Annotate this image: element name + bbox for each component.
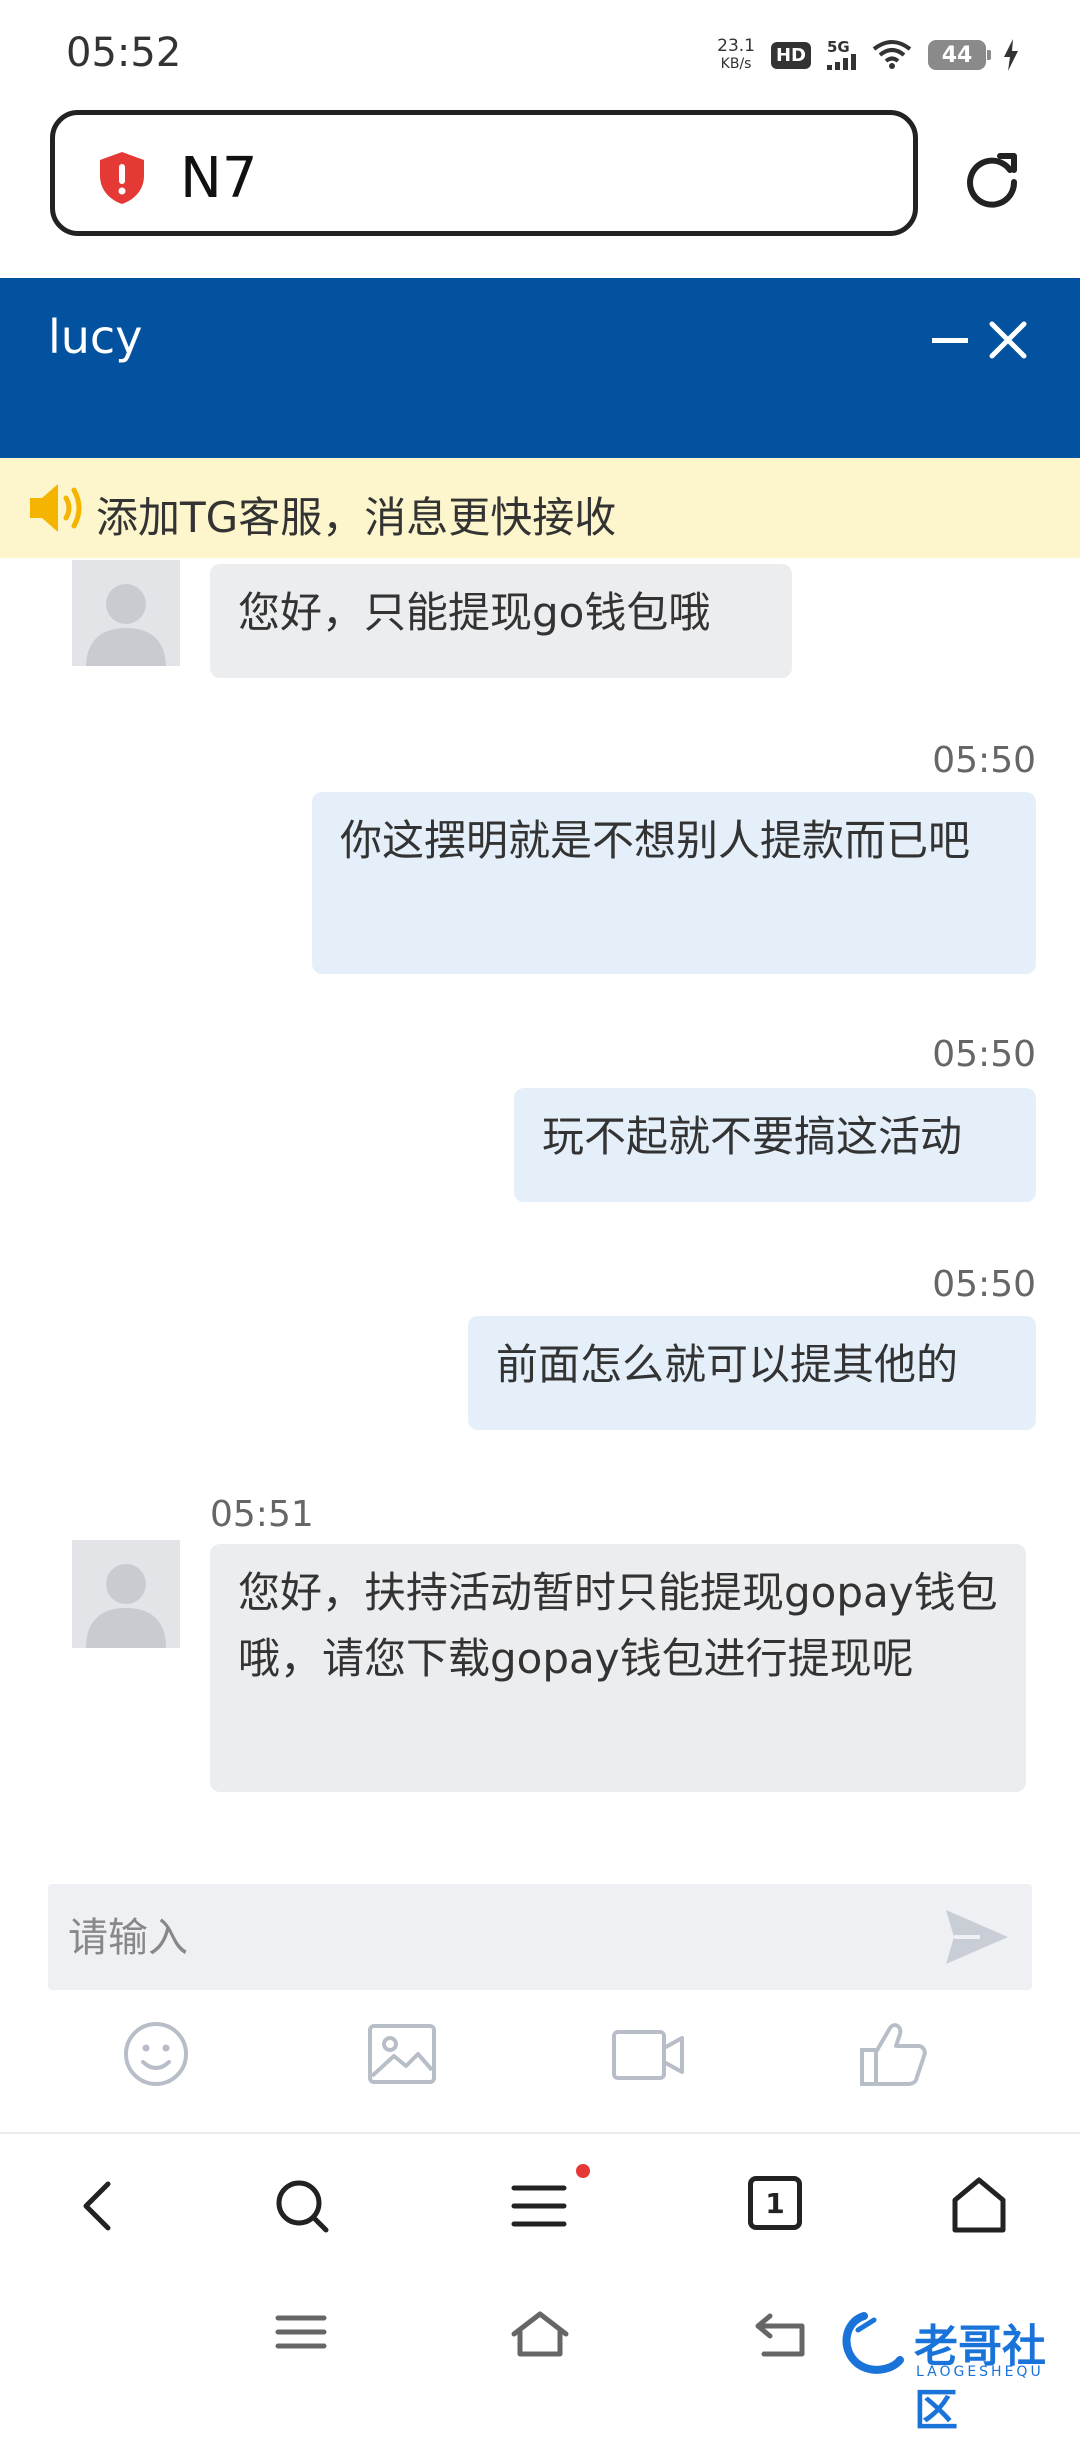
divider — [0, 2132, 1080, 2134]
minimize-icon[interactable] — [932, 338, 968, 343]
thumbs-up-icon[interactable] — [858, 2020, 928, 2088]
security-shield-icon[interactable] — [96, 150, 148, 206]
user-silhouette-icon — [86, 584, 166, 666]
speaker-icon — [30, 484, 82, 532]
watermark-logo: 老哥社区 LAOGESHEQU — [838, 2308, 1068, 2436]
message-bubble-outgoing: 前面怎么就可以提其他的 — [468, 1316, 1036, 1430]
back-icon[interactable] — [78, 2176, 118, 2236]
agent-avatar — [72, 1540, 180, 1648]
video-icon[interactable] — [610, 2020, 686, 2088]
user-silhouette-icon — [86, 1564, 166, 1648]
net-speed-value: 23.1 — [717, 36, 755, 56]
charging-icon — [1004, 39, 1018, 71]
message-time: 05:50 — [932, 1264, 1036, 1305]
wifi-icon — [872, 40, 912, 69]
menu-icon[interactable] — [510, 2176, 568, 2236]
status-time: 05:52 — [66, 30, 182, 76]
reload-icon[interactable] — [962, 148, 1022, 208]
emoji-icon[interactable] — [122, 2020, 190, 2088]
net-speed: 23.1 KB/s — [717, 37, 755, 73]
network-type: 5G — [827, 38, 850, 56]
image-icon[interactable] — [366, 2020, 438, 2088]
signal-icon: 5G — [827, 40, 856, 70]
page-title: N7 — [180, 146, 258, 211]
system-back-icon[interactable] — [754, 2310, 808, 2360]
hd-badge: HD — [770, 41, 811, 69]
message-bubble-incoming: 您好，只能提现go钱包哦 — [210, 564, 792, 678]
message-bubble-outgoing: 玩不起就不要搞这活动 — [514, 1088, 1036, 1202]
agent-avatar — [72, 560, 180, 666]
battery-icon: 44 — [928, 40, 991, 70]
agent-name: lucy — [48, 310, 143, 364]
send-icon[interactable] — [944, 1906, 1010, 1968]
system-home-icon[interactable] — [508, 2310, 572, 2360]
tabs-button[interactable]: 1 — [748, 2176, 802, 2230]
search-icon[interactable] — [272, 2176, 332, 2236]
net-speed-unit: KB/s — [720, 56, 752, 72]
close-icon[interactable] — [986, 318, 1030, 362]
chat-header — [0, 278, 1080, 458]
message-time: 05:50 — [932, 740, 1036, 781]
tab-count: 1 — [765, 2186, 785, 2220]
notice-text: 添加TG客服，消息更快接收 — [96, 493, 617, 542]
watermark-subtext: LAOGESHEQU — [916, 2364, 1044, 2380]
home-icon[interactable] — [950, 2176, 1008, 2236]
notification-dot — [576, 2164, 590, 2178]
message-input[interactable] — [66, 1912, 910, 1964]
message-bubble-outgoing: 你这摆明就是不想别人提款而已吧 — [312, 792, 1036, 974]
message-time: 05:50 — [932, 1034, 1036, 1075]
recent-apps-icon[interactable] — [274, 2310, 328, 2354]
message-time: 05:51 — [210, 1494, 314, 1535]
message-bubble-incoming: 您好，扶持活动暂时只能提现gopay钱包哦，请您下载gopay钱包进行提现呢 — [210, 1544, 1026, 1792]
status-icons: 23.1 KB/s HD 5G 44 — [717, 30, 1020, 80]
